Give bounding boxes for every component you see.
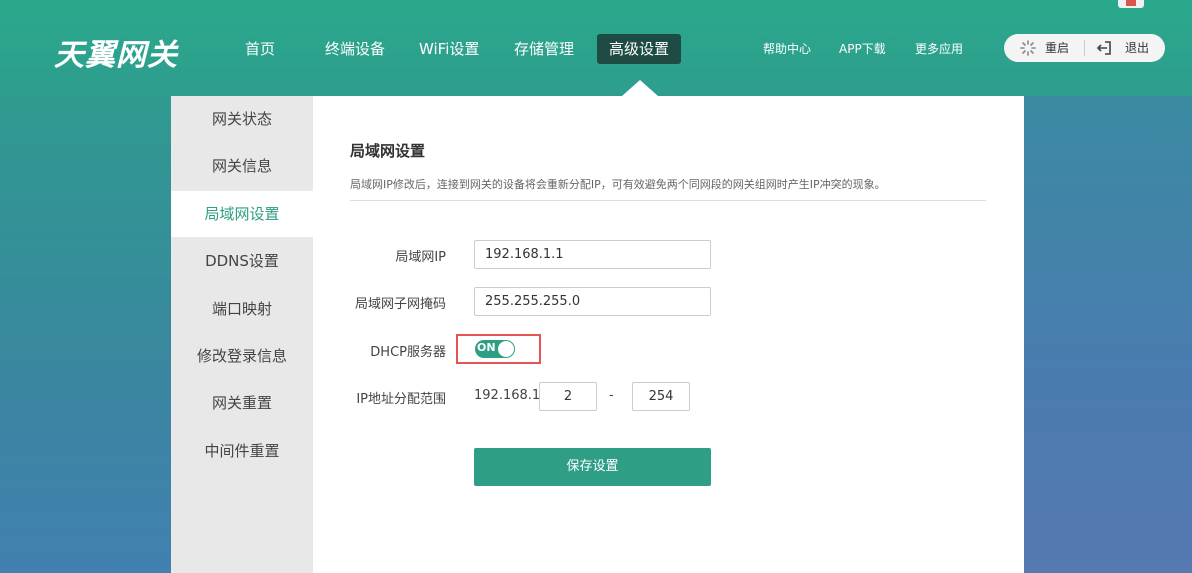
active-nav-caret — [622, 80, 658, 96]
sidebar-item-middleware-reset[interactable]: 中间件重置 — [171, 428, 313, 474]
dhcp-toggle-state: ON — [477, 341, 496, 354]
dhcp-server-label: DHCP服务器 — [370, 345, 446, 360]
pill-divider — [1084, 40, 1085, 56]
logout-icon — [1096, 41, 1111, 55]
ip-range-separator: - — [609, 388, 614, 403]
nav-item-home[interactable]: 首页 — [245, 34, 275, 64]
page-title: 局域网设置 — [350, 142, 426, 160]
more-apps-link[interactable]: 更多应用 — [915, 40, 963, 57]
app-download-link[interactable]: APP下载 — [839, 40, 886, 57]
nav-item-advanced[interactable]: 高级设置 — [597, 34, 682, 64]
sidebar-item-lan-settings[interactable]: 局域网设置 — [171, 191, 313, 237]
loading-spinner-icon — [1020, 40, 1036, 56]
sidebar-item-login-info[interactable]: 修改登录信息 — [171, 333, 313, 379]
sidebar-item-gateway-status[interactable]: 网关状态 — [171, 96, 313, 142]
background-right — [1024, 96, 1192, 573]
ip-range-label: IP地址分配范围 — [356, 392, 446, 407]
sidebar-item-port-mapping[interactable]: 端口映射 — [171, 286, 313, 332]
nav-item-wifi[interactable]: WiFi设置 — [419, 34, 479, 64]
lan-ip-label: 局域网IP — [395, 250, 446, 265]
sidebar-item-ddns[interactable]: DDNS设置 — [171, 238, 313, 284]
ip-range-end-input[interactable] — [632, 382, 690, 411]
dhcp-toggle-knob — [498, 341, 514, 357]
window-corner-indicator — [1118, 0, 1144, 8]
main-content: 局域网设置 局域网IP修改后，连接到网关的设备将会重新分配IP，可有效避免两个同… — [313, 96, 1024, 573]
restart-label: 重启 — [1045, 41, 1070, 55]
subnet-mask-input[interactable] — [474, 287, 711, 316]
logout-label: 退出 — [1125, 41, 1150, 55]
dhcp-toggle[interactable]: ON — [475, 340, 515, 358]
nav-item-storage[interactable]: 存储管理 — [514, 34, 574, 64]
sidebar-item-gateway-reset[interactable]: 网关重置 — [171, 380, 313, 426]
ip-range-prefix: 192.168.1. — [474, 388, 545, 403]
sidebar-item-gateway-info[interactable]: 网关信息 — [171, 143, 313, 189]
save-settings-button[interactable]: 保存设置 — [474, 448, 711, 486]
help-center-link[interactable]: 帮助中心 — [763, 40, 811, 57]
lan-ip-input[interactable] — [474, 240, 711, 269]
brand-logo: 天翼网关 — [54, 38, 178, 73]
subnet-mask-label: 局域网子网掩码 — [354, 297, 446, 312]
sidebar: 网关状态 网关信息 局域网设置 DDNS设置 端口映射 修改登录信息 网关重置 … — [171, 96, 313, 573]
background-left — [0, 96, 171, 573]
page-description: 局域网IP修改后，连接到网关的设备将会重新分配IP，可有效避免两个同网段的网关组… — [350, 178, 886, 191]
section-divider — [350, 200, 986, 201]
nav-item-devices[interactable]: 终端设备 — [325, 34, 385, 64]
ip-range-start-input[interactable] — [539, 382, 597, 411]
action-pill: 重启 退出 — [1004, 34, 1165, 62]
